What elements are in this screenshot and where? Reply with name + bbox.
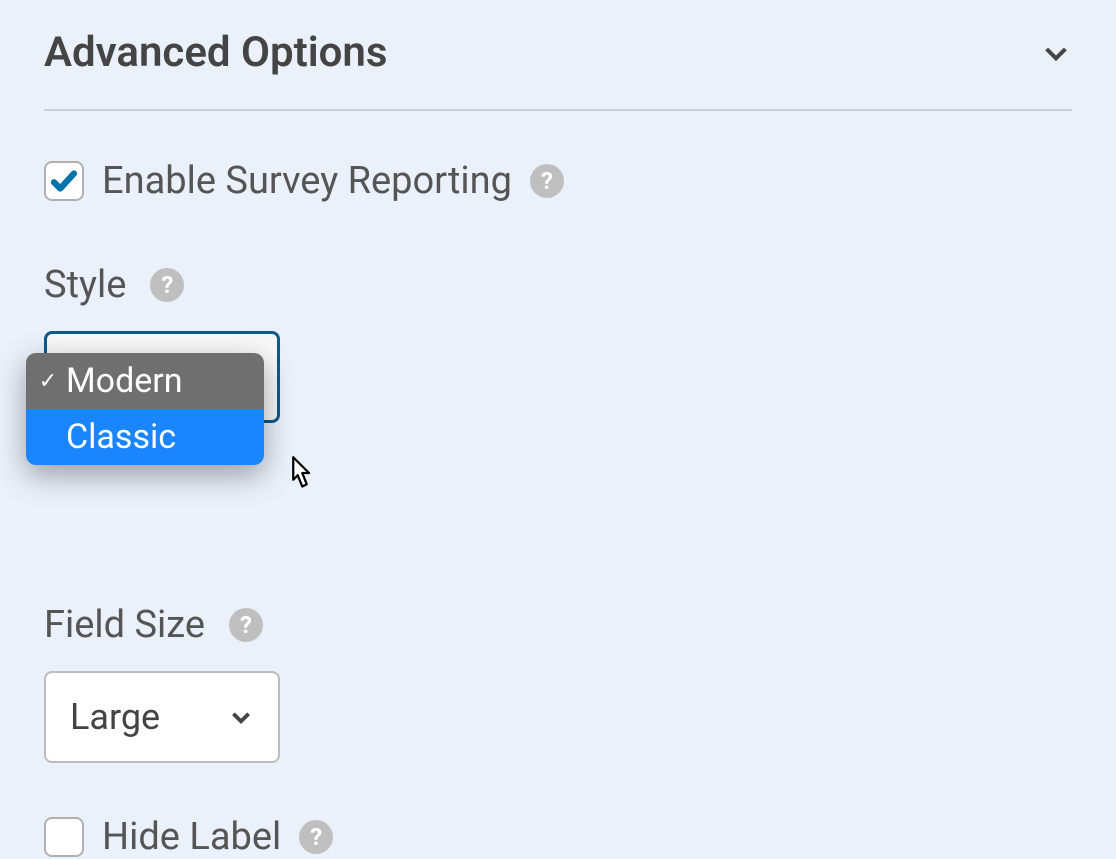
style-option-classic[interactable]: Classic <box>26 409 264 465</box>
enable-survey-reporting-label: Enable Survey Reporting <box>102 159 512 203</box>
hide-label-label: Hide Label <box>102 815 281 859</box>
style-select-wrap: ✓ Modern Classic <box>44 331 280 423</box>
field-size-value: Large <box>70 696 160 738</box>
check-icon: ✓ <box>38 369 58 394</box>
help-icon[interactable]: ? <box>530 164 564 198</box>
chevron-down-icon <box>228 704 254 730</box>
style-dropdown-menu: ✓ Modern Classic <box>26 353 264 465</box>
style-option-label: Classic <box>66 417 176 457</box>
style-label: Style <box>44 263 126 307</box>
help-icon[interactable]: ? <box>229 608 263 642</box>
field-size-select[interactable]: Large <box>44 671 280 763</box>
enable-survey-reporting-row: Enable Survey Reporting ? <box>44 159 1072 203</box>
style-field-group: Style ? ✓ Modern Classic <box>44 263 1072 423</box>
style-option-label: Modern <box>66 361 183 401</box>
advanced-options-header[interactable]: Advanced Options <box>44 20 1072 111</box>
pointer-cursor-icon <box>282 455 318 495</box>
help-icon[interactable]: ? <box>150 268 184 302</box>
field-size-label-row: Field Size ? <box>44 603 1072 647</box>
enable-survey-reporting-checkbox[interactable] <box>44 161 84 201</box>
style-label-row: Style ? <box>44 263 1072 307</box>
field-size-label: Field Size <box>44 603 205 647</box>
field-size-group: Field Size ? Large <box>44 603 1072 763</box>
style-option-modern[interactable]: ✓ Modern <box>26 353 264 409</box>
section-title: Advanced Options <box>44 28 387 77</box>
chevron-down-icon <box>1040 37 1072 69</box>
hide-label-row: Hide Label ? <box>44 815 1072 859</box>
hide-label-checkbox[interactable] <box>44 817 84 857</box>
help-icon[interactable]: ? <box>299 820 333 854</box>
